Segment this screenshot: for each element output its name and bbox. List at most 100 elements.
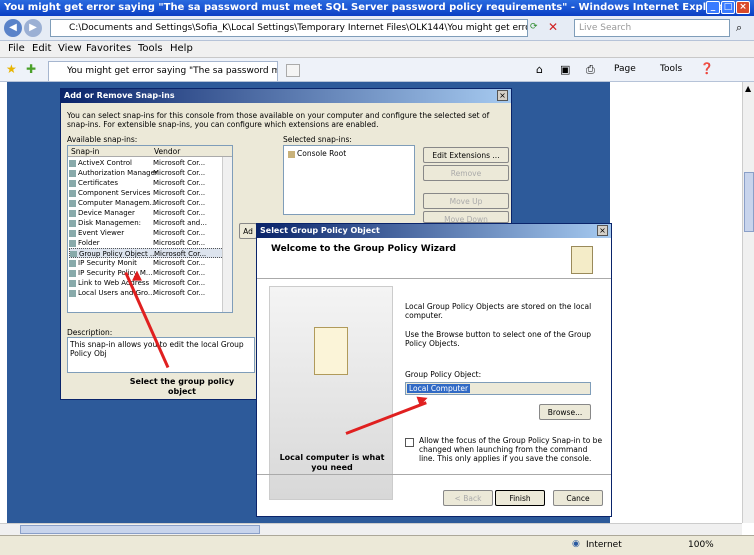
snapin-icon xyxy=(69,209,76,217)
list-item[interactable]: Folder Microsoft Cor... xyxy=(69,238,232,248)
arrowhead-icon: ▲ xyxy=(132,268,142,283)
search-input[interactable]: Live Search xyxy=(574,19,730,37)
close-button[interactable]: × xyxy=(736,1,750,14)
add-favorite-icon[interactable]: ✚ xyxy=(26,62,36,76)
snapin-icon xyxy=(69,169,76,177)
add-button[interactable]: Ad xyxy=(239,223,257,239)
favorites-star-icon[interactable]: ★ xyxy=(6,62,17,76)
list-item[interactable]: Local Users and Gro... Microsoft Cor... xyxy=(69,288,232,298)
wizard-side-panel: Local computer is what you need xyxy=(269,286,393,500)
list-item[interactable]: Console Root xyxy=(288,149,346,158)
snapin-icon xyxy=(69,159,76,167)
col-snapin[interactable]: Snap-in xyxy=(71,147,99,156)
list-header: Snap-in Vendor xyxy=(68,146,232,157)
finish-button[interactable]: Finish xyxy=(495,490,545,506)
allow-focus-checkbox[interactable] xyxy=(405,438,414,447)
list-item-selected[interactable]: Group Policy Object ... Microsoft Cor... xyxy=(69,248,232,258)
snapin-list[interactable]: Snap-in Vendor ActiveX Control Microsoft … xyxy=(67,145,233,313)
forward-icon[interactable]: ▶ xyxy=(24,19,42,37)
gpo-close-icon[interactable]: × xyxy=(597,225,608,236)
move-up-button[interactable]: Move Up xyxy=(423,193,509,209)
minimize-button[interactable]: _ xyxy=(706,1,720,14)
search-icon[interactable]: ⌕ xyxy=(736,21,742,35)
list-item[interactable]: IP Security Monit Microsoft Cor... xyxy=(69,258,232,268)
cancel-button[interactable]: Cance xyxy=(553,490,603,506)
description-label: Description: xyxy=(67,328,113,337)
annotation-local-computer: Local computer is what you need xyxy=(279,453,385,472)
move-down-button[interactable]: Move Down xyxy=(423,211,509,223)
print-icon[interactable]: ⎙ xyxy=(586,63,595,77)
snapin-icon xyxy=(69,279,76,287)
horizontal-scrollbar[interactable] xyxy=(0,523,742,535)
window-title: You might get error saying "The sa passw… xyxy=(4,2,730,13)
maximize-button[interactable]: □ xyxy=(721,1,735,14)
snapin-icon xyxy=(69,179,76,187)
col-vendor[interactable]: Vendor xyxy=(154,147,180,156)
back-button[interactable]: < Back xyxy=(443,490,493,506)
divider xyxy=(257,474,611,475)
scroll-up-icon[interactable]: ▲ xyxy=(745,84,751,93)
list-item[interactable]: Disk Managemen: Microsoft and... xyxy=(69,218,232,228)
address-toolbar: ◀ ▶ C:\Documents and Settings\Sofia_K\Lo… xyxy=(0,16,754,41)
snapin-intro: You can select snap-ins for this console… xyxy=(67,111,490,129)
remove-button[interactable]: Remove xyxy=(423,165,509,181)
annotation-select-gpo: Select the group policy object xyxy=(129,377,235,396)
list-item[interactable]: ActiveX Control Microsoft Cor... xyxy=(69,158,232,168)
snapin-icon xyxy=(69,259,76,267)
list-scrollbar[interactable] xyxy=(222,157,232,312)
home-icon[interactable]: ⌂ xyxy=(536,63,543,76)
wizard-text-1: Local Group Policy Objects are stored on… xyxy=(405,302,592,320)
selected-list[interactable]: Console Root xyxy=(283,145,415,215)
gpo-label: Group Policy Object: xyxy=(405,370,482,379)
snapin-icon xyxy=(69,199,76,207)
zoom-level[interactable]: 100% xyxy=(688,540,714,550)
folder-icon xyxy=(288,150,295,158)
list-item[interactable]: Link to Web Address Microsoft Cor... xyxy=(69,278,232,288)
scroll-thumb[interactable] xyxy=(744,172,754,232)
globe-icon: ◉ xyxy=(572,539,580,549)
back-icon[interactable]: ◀ xyxy=(4,19,22,37)
new-tab-button[interactable] xyxy=(286,64,300,77)
list-item[interactable]: Computer Managem... Microsoft Cor... xyxy=(69,198,232,208)
menu-bar: File Edit View Favorites Tools Help xyxy=(0,41,754,58)
allow-focus-label: Allow the focus of the Group Policy Snap… xyxy=(419,436,603,463)
snapin-icon xyxy=(69,289,76,297)
divider xyxy=(257,278,611,279)
list-item[interactable]: Certificates Microsoft Cor... xyxy=(69,178,232,188)
page-margin xyxy=(0,82,7,523)
feeds-icon[interactable]: ▣ xyxy=(560,63,570,76)
selected-label: Selected snap-ins: xyxy=(283,135,352,144)
snapin-icon xyxy=(69,189,76,197)
list-item[interactable]: Component Services Microsoft Cor... xyxy=(69,188,232,198)
help-icon[interactable]: ❓ xyxy=(700,62,714,75)
list-item[interactable]: Authorization Manager Microsoft Cor... xyxy=(69,168,232,178)
address-input[interactable]: C:\Documents and Settings\Sofia_K\Local … xyxy=(50,19,528,37)
status-bar: ◉ Internet 100% xyxy=(0,535,754,555)
tab-current[interactable]: You might get error saying "The sa passw… xyxy=(48,61,278,81)
wizard-text-2: Use the Browse button to select one of t… xyxy=(405,330,591,348)
vertical-scrollbar[interactable]: ▲ xyxy=(742,82,754,523)
list-item[interactable]: Device Manager Microsoft Cor... xyxy=(69,208,232,218)
menu-edit[interactable]: Edit xyxy=(32,43,51,54)
hscroll-thumb[interactable] xyxy=(20,525,260,534)
wizard-heading: Welcome to the Group Policy Wizard xyxy=(271,244,456,254)
refresh-icon[interactable]: ⟳ xyxy=(530,22,538,32)
browse-button[interactable]: Browse... xyxy=(539,404,591,420)
page-menu[interactable]: Page xyxy=(614,64,636,74)
snapin-dialog-title: Add or Remove Snap-ins xyxy=(61,89,511,103)
snapin-icon xyxy=(69,269,76,277)
list-item[interactable]: Event Viewer Microsoft Cor... xyxy=(69,228,232,238)
menu-tools[interactable]: Tools xyxy=(138,43,163,54)
menu-help[interactable]: Help xyxy=(170,43,193,54)
menu-file[interactable]: File xyxy=(8,43,25,54)
tools-menu[interactable]: Tools xyxy=(660,64,682,74)
available-label: Available snap-ins: xyxy=(67,135,138,144)
menu-view[interactable]: View xyxy=(58,43,82,54)
list-item[interactable]: IP Security Policy M... Microsoft Cor... xyxy=(69,268,232,278)
gpo-field[interactable]: Local Computer xyxy=(405,382,591,395)
snapin-icon xyxy=(69,219,76,227)
edit-extensions-button[interactable]: Edit Extensions ... xyxy=(423,147,509,163)
stop-icon[interactable]: ✕ xyxy=(548,20,558,34)
menu-favorites[interactable]: Favorites xyxy=(86,43,131,54)
snapin-close-icon[interactable]: × xyxy=(497,90,508,101)
